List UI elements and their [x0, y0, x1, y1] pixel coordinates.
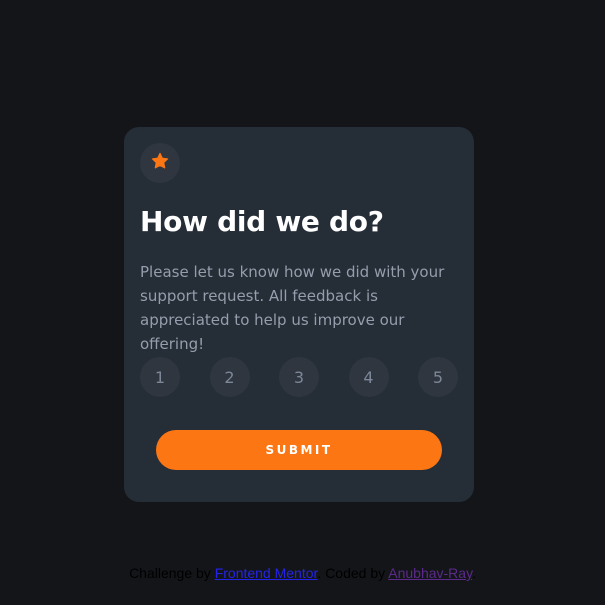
rating-option-5[interactable]: 5 [418, 357, 458, 397]
submit-button[interactable]: SUBMIT [156, 430, 442, 470]
attribution-middle: . Coded by [317, 565, 389, 581]
card-title: How did we do? [140, 205, 384, 238]
star-icon [151, 152, 169, 175]
attribution: Challenge by Frontend Mentor. Coded by A… [0, 565, 605, 581]
attribution-prefix: Challenge by [129, 565, 215, 581]
star-badge [140, 143, 180, 183]
rating-option-4[interactable]: 4 [348, 357, 389, 397]
rating-option-2[interactable]: 2 [209, 357, 250, 397]
author-link[interactable]: Anubhav-Ray [388, 565, 472, 581]
frontend-mentor-link[interactable]: Frontend Mentor [215, 565, 318, 581]
card-description: Please let us know how we did with your … [140, 263, 445, 353]
rating-options: 1 2 3 4 5 [140, 357, 458, 397]
rating-option-1[interactable]: 1 [140, 357, 180, 397]
rating-option-3[interactable]: 3 [279, 357, 319, 397]
attribution-suffix: . [472, 565, 476, 581]
rating-card: How did we do? Please let us know how we… [124, 127, 474, 502]
